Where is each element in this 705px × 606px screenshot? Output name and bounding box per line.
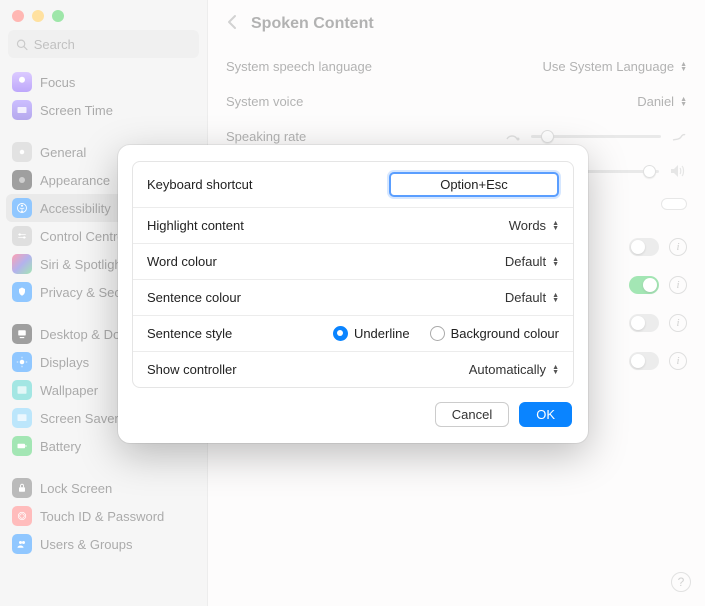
radio-underline[interactable]: Underline xyxy=(333,326,410,341)
sheet-value: Default xyxy=(505,254,546,269)
sheet-value: Automatically xyxy=(469,362,546,377)
sheet-row-word-colour[interactable]: Word colour Default ▲▼ xyxy=(133,244,573,280)
chevron-updown-icon: ▲▼ xyxy=(552,293,559,303)
radio-background-colour[interactable]: Background colour xyxy=(430,326,559,341)
sheet-row-sentence-colour[interactable]: Sentence colour Default ▲▼ xyxy=(133,280,573,316)
cancel-button[interactable]: Cancel xyxy=(435,402,509,427)
radio-icon xyxy=(333,326,348,341)
sheet-label: Sentence style xyxy=(147,326,232,341)
sheet-value: Default xyxy=(505,290,546,305)
sheet-row-sentence-style: Sentence style Underline Background colo… xyxy=(133,316,573,352)
radio-icon xyxy=(430,326,445,341)
sheet-label: Highlight content xyxy=(147,218,244,233)
sheet-label: Word colour xyxy=(147,254,217,269)
chevron-updown-icon: ▲▼ xyxy=(552,221,559,231)
chevron-updown-icon: ▲▼ xyxy=(552,257,559,267)
keyboard-shortcut-field[interactable]: Option+Esc xyxy=(389,172,559,197)
ok-button[interactable]: OK xyxy=(519,402,572,427)
radio-label: Background colour xyxy=(451,326,559,341)
sheet-row-keyboard-shortcut: Keyboard shortcut Option+Esc xyxy=(133,162,573,208)
radio-label: Underline xyxy=(354,326,410,341)
sheet-row-show-controller[interactable]: Show controller Automatically ▲▼ xyxy=(133,352,573,387)
sheet-label: Keyboard shortcut xyxy=(147,177,253,192)
sheet-label: Show controller xyxy=(147,362,237,377)
sheet-value: Words xyxy=(509,218,546,233)
settings-sheet: Keyboard shortcut Option+Esc Highlight c… xyxy=(118,145,588,443)
chevron-updown-icon: ▲▼ xyxy=(552,365,559,375)
sheet-row-highlight-content[interactable]: Highlight content Words ▲▼ xyxy=(133,208,573,244)
sheet-label: Sentence colour xyxy=(147,290,241,305)
